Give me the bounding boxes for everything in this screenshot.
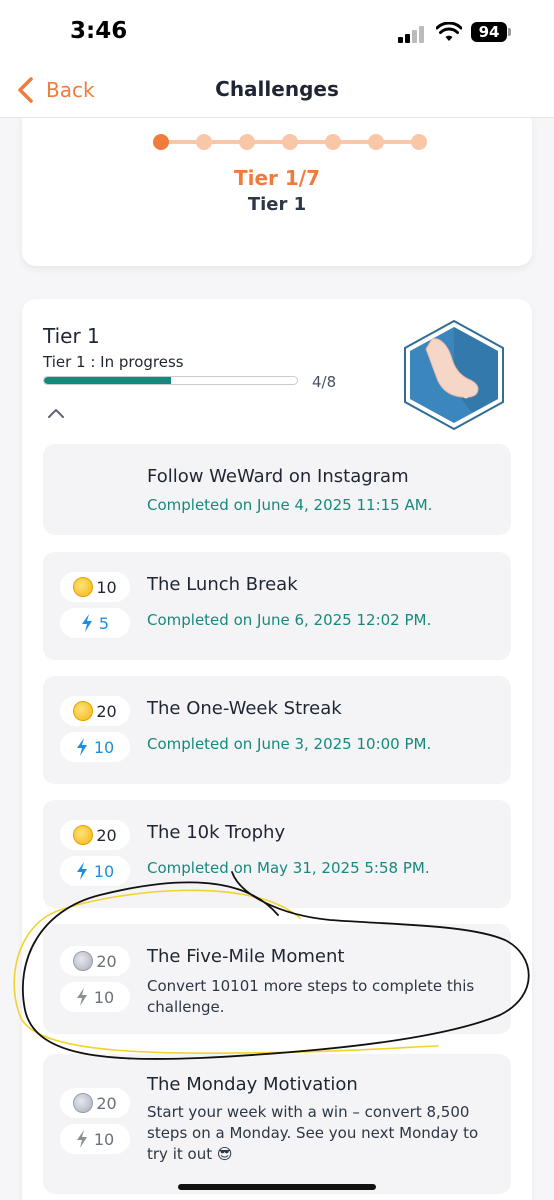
- challenge-status: Completed on May 31, 2025 5:58 PM.: [147, 859, 430, 877]
- challenge-status: Completed on June 4, 2025 11:15 AM.: [147, 496, 433, 514]
- challenge-item[interactable]: Follow WeWard on Instagram Completed on …: [43, 444, 511, 535]
- coin-reward-value: 10: [96, 577, 117, 597]
- energy-reward-pill: 10: [60, 982, 130, 1012]
- coin-reward-value: 20: [96, 825, 117, 845]
- coin-icon: [73, 951, 94, 971]
- tier-section-status: Tier 1 : In progress: [43, 353, 184, 371]
- stepper-dot: [368, 134, 384, 150]
- cellular-signal-icon: [398, 26, 428, 43]
- tier-progress-bar: [43, 376, 298, 385]
- coin-icon: [73, 1093, 94, 1113]
- challenge-status: Convert 10101 more steps to complete thi…: [147, 977, 475, 1016]
- stepper-dot: [411, 134, 427, 150]
- coin-reward-pill: 20: [60, 946, 130, 976]
- stepper-dot: [153, 134, 169, 150]
- challenge-item[interactable]: 20 10 The 10k Trophy Completed on May 31…: [43, 800, 511, 908]
- coin-reward-value: 20: [96, 951, 117, 971]
- energy-reward-value: 10: [93, 1129, 115, 1149]
- tier-challenges-card: Tier 1 Tier 1 : In progress 4/8 Follow W…: [22, 299, 532, 1200]
- challenge-item[interactable]: 10 5 The Lunch Break Completed on June 6…: [43, 552, 511, 660]
- energy-reward-value: 10: [93, 861, 115, 881]
- coin-reward-value: 20: [96, 1093, 117, 1113]
- tier-name-label: Tier 1: [247, 194, 307, 215]
- challenge-title: The 10k Trophy: [147, 822, 286, 843]
- stepper-dot: [325, 134, 341, 150]
- lightning-icon: [76, 1130, 87, 1148]
- challenge-title: The Five-Mile Moment: [147, 946, 345, 967]
- tier-progress-fill: [44, 377, 171, 384]
- foot-badge-icon: [404, 319, 504, 431]
- battery-indicator: 94: [471, 22, 507, 42]
- coin-icon: [73, 825, 94, 845]
- challenge-item[interactable]: 20 10 The Five-Mile Moment Convert 10101…: [43, 924, 511, 1034]
- navigation-bar: Back Challenges: [0, 64, 554, 118]
- coin-reward-pill: 10: [60, 572, 130, 602]
- challenge-title: The One-Week Streak: [147, 698, 342, 719]
- challenge-title: The Monday Motivation: [147, 1074, 358, 1095]
- status-bar: 3:46 94: [0, 0, 554, 64]
- home-indicator: [178, 1184, 376, 1190]
- challenge-title: Follow WeWard on Instagram: [147, 466, 409, 487]
- tier-progress-count: 4/8: [312, 373, 337, 391]
- coin-icon: [73, 577, 94, 597]
- energy-reward-pill: 10: [60, 1124, 130, 1154]
- coin-reward-pill: 20: [60, 820, 130, 850]
- stepper-dot: [282, 134, 298, 150]
- challenge-item[interactable]: 20 10 The One-Week Streak Completed on J…: [43, 676, 511, 784]
- energy-reward-value: 10: [93, 737, 115, 757]
- content-area[interactable]: Tier 1/7 Tier 1 Tier 1 Tier 1 : In progr…: [0, 118, 554, 1200]
- stepper-dot: [239, 134, 255, 150]
- tier-progress-label: Tier 1/7: [233, 166, 321, 190]
- challenge-status: Completed on June 3, 2025 10:00 PM.: [147, 735, 432, 753]
- page-title: Challenges: [215, 77, 339, 101]
- coin-reward-pill: 20: [60, 1088, 130, 1118]
- challenge-item[interactable]: 20 10 The Monday Motivation Start your w…: [43, 1054, 511, 1194]
- challenge-status: Completed on June 6, 2025 12:02 PM.: [147, 611, 432, 629]
- challenge-status: Start your week with a win – convert 8,5…: [147, 1103, 479, 1163]
- lightning-icon: [81, 614, 92, 632]
- energy-reward-value: 5: [98, 613, 110, 633]
- coin-reward-value: 20: [96, 701, 117, 721]
- energy-reward-pill: 5: [60, 608, 130, 638]
- lightning-icon: [76, 738, 87, 756]
- tier-section-title: Tier 1: [43, 324, 100, 348]
- lightning-icon: [76, 862, 87, 880]
- tier-summary-card: Tier 1/7 Tier 1: [22, 118, 532, 266]
- coin-icon: [73, 701, 94, 721]
- lightning-icon: [76, 988, 87, 1006]
- battery-tip: [508, 28, 511, 36]
- wifi-icon: [436, 22, 462, 41]
- energy-reward-pill: 10: [60, 732, 130, 762]
- collapse-chevron-icon[interactable]: [44, 403, 68, 423]
- status-time: 3:46: [70, 18, 128, 44]
- stepper-dot: [196, 134, 212, 150]
- energy-reward-value: 10: [93, 987, 115, 1007]
- challenge-title: The Lunch Break: [147, 574, 298, 595]
- coin-reward-pill: 20: [60, 696, 130, 726]
- energy-reward-pill: 10: [60, 856, 130, 886]
- tier-stepper: [153, 130, 427, 154]
